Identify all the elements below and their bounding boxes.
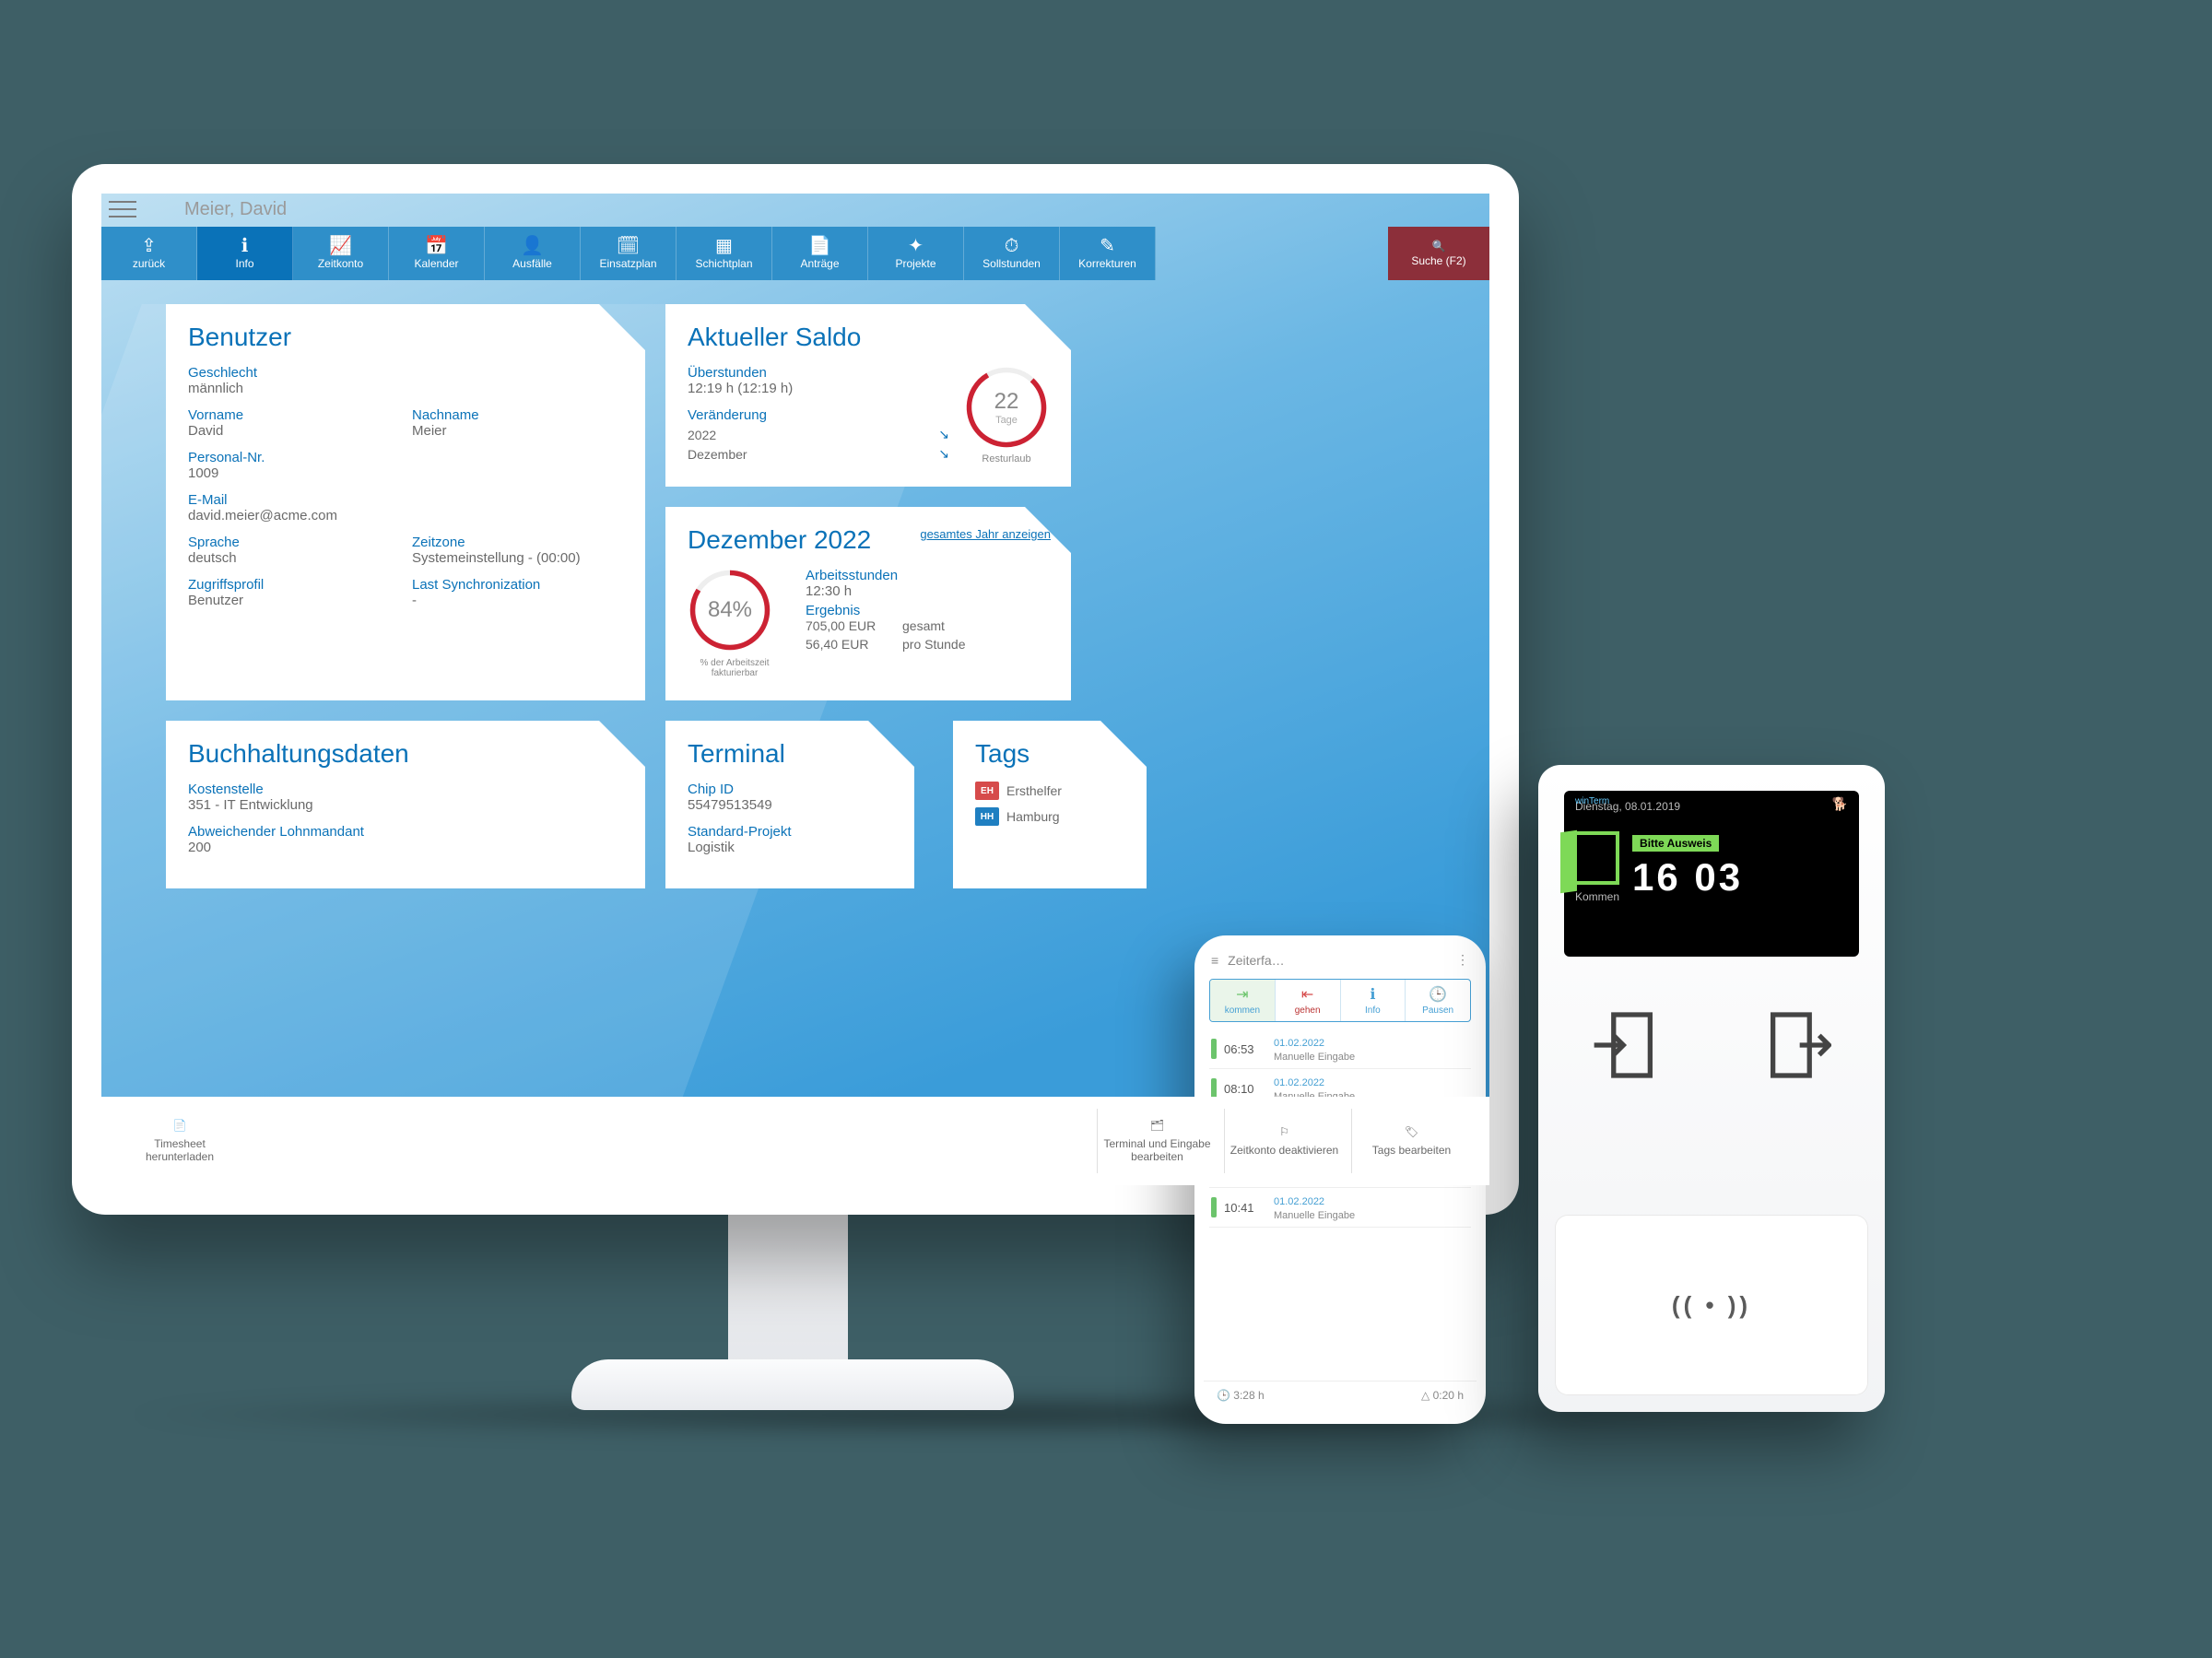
tab-sollstunden[interactable]: ⏱Sollstunden [964, 227, 1060, 280]
list-item[interactable]: 10:41 01.02.2022 Manuelle Eingabe [1209, 1188, 1471, 1228]
app-window: Meier, David ⇪zurück ℹInfo 📈Zeitkonto 📅K… [101, 194, 1489, 1185]
tag-row: HH Hamburg [975, 807, 1124, 826]
action-terminal-edit[interactable]: 🗂Terminal und Eingabe bearbeiten [1097, 1109, 1217, 1173]
card-terminal: Terminal Chip ID 55479513549 Standard-Pr… [665, 721, 914, 888]
nfc-icon: (( • )) [1672, 1291, 1751, 1320]
tab-einsatzplan[interactable]: 🗓Einsatzplan [581, 227, 677, 280]
exit-icon[interactable] [1771, 1012, 1831, 1078]
back-button[interactable]: ⇪zurück [101, 227, 197, 280]
tab-zeitkonto[interactable]: 📈Zeitkonto [293, 227, 389, 280]
tag-label: Hamburg [1006, 809, 1060, 824]
main-toolbar: ⇪zurück ℹInfo 📈Zeitkonto 📅Kalender 👤Ausf… [101, 227, 1489, 280]
card-benutzer: Benutzer Geschlecht männlich Vorname Dav… [166, 304, 645, 700]
card-month: Dezember 2022 gesamtes Jahr anzeigen 84%… [665, 507, 1071, 700]
prompt-badge: Bitte Ausweis [1632, 835, 1719, 852]
tab-info[interactable]: ℹInfo [197, 227, 293, 280]
entry-date: 01.02.2022 [1274, 1196, 1324, 1207]
card-buchhaltung: Buchhaltungsdaten Kostenstelle 351 - IT … [166, 721, 645, 888]
bottom-actions: 📄Timesheet herunterladen 🗂Terminal und E… [101, 1097, 1489, 1185]
tab-kalender[interactable]: 📅Kalender [389, 227, 485, 280]
clock-icon: 🕒 [1217, 1389, 1230, 1402]
action-timesheet[interactable]: 📄Timesheet herunterladen [120, 1109, 240, 1173]
tag-label: Ersthelfer [1006, 783, 1062, 798]
document-icon: 📄 [173, 1119, 187, 1132]
reader-display: winTerm 🐕 Dienstag, 08.01.2019 Kommen Bi… [1564, 791, 1859, 957]
search-button[interactable]: 🔍Suche (F2) [1388, 227, 1489, 280]
tag-icon: 🏷 [1405, 1125, 1418, 1138]
vacation-ring: 22 Tage [964, 365, 1049, 450]
card-title: Aktueller Saldo [688, 323, 1049, 352]
desktop-monitor: Meier, David ⇪zurück ℹInfo 📈Zeitkonto 📅K… [72, 164, 1519, 1215]
year-link[interactable]: gesamtes Jahr anzeigen [920, 527, 1051, 541]
trend-down-icon: ↘ [938, 446, 949, 462]
entry-marker [1211, 1197, 1217, 1217]
card-saldo: Aktueller Saldo Überstunden 12:19 h (12:… [665, 304, 1071, 487]
breadcrumb: Meier, David [147, 199, 287, 220]
action-tags-edit[interactable]: 🏷Tags bearbeiten [1351, 1109, 1471, 1173]
terminal-icon: 🗂 [1150, 1119, 1164, 1132]
nfc-reader[interactable]: (( • )) [1555, 1215, 1868, 1395]
triangle-icon: △ [1421, 1389, 1430, 1402]
tag-row: EH Ersthelfer [975, 782, 1124, 800]
tab-antraege[interactable]: 📄Anträge [772, 227, 868, 280]
tab-projekte[interactable]: ✦Projekte [868, 227, 964, 280]
terminal-reader-device: winTerm 🐕 Dienstag, 08.01.2019 Kommen Bi… [1538, 765, 1885, 1412]
card-title: Buchhaltungsdaten [188, 739, 623, 769]
logo-icon: 🐕 [1832, 796, 1848, 812]
enter-icon[interactable] [1592, 1012, 1653, 1078]
tab-schichtplan[interactable]: ▦Schichtplan [677, 227, 772, 280]
menu-icon[interactable] [107, 197, 138, 221]
tag-badge: HH [975, 807, 999, 826]
tag-badge: EH [975, 782, 999, 800]
card-title: Benutzer [188, 323, 623, 352]
reader-time: 16 03 [1632, 855, 1848, 900]
card-title: Terminal [688, 739, 892, 769]
entry-type: Manuelle Eingabe [1274, 1210, 1355, 1221]
door-open-icon [1575, 831, 1619, 885]
action-zeitkonto-off[interactable]: ⚐Zeitkonto deaktivieren [1224, 1109, 1344, 1173]
billable-ring: 84% [688, 568, 772, 653]
flag-icon: ⚐ [1279, 1125, 1289, 1138]
tab-ausfaelle[interactable]: 👤Ausfälle [485, 227, 581, 280]
tab-korrekturen[interactable]: ✎Korrekturen [1060, 227, 1156, 280]
card-title: Tags [975, 739, 1124, 769]
entry-time: 10:41 [1224, 1201, 1266, 1215]
trend-down-icon: ↘ [938, 427, 949, 442]
card-tags: Tags EH Ersthelfer HH Hamburg [953, 721, 1147, 888]
